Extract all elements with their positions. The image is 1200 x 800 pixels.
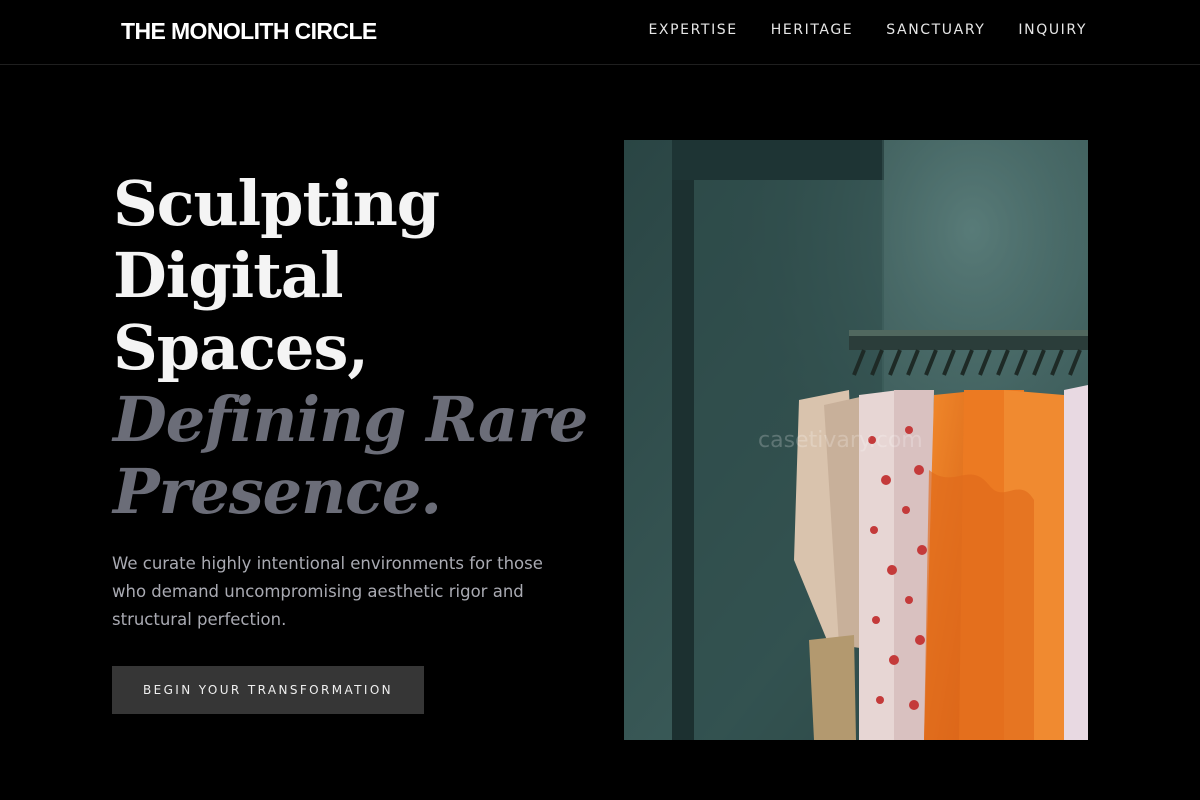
nav-link-sanctuary[interactable]: SANCTUARY [886, 22, 985, 38]
hero-heading-line: Sculpting [113, 167, 440, 240]
hero-heading-accent-line: Defining Rare [113, 383, 588, 456]
nav-link-inquiry[interactable]: INQUIRY [1018, 22, 1087, 38]
hero-heading: Sculpting Digital Spaces, Defining Rare … [113, 168, 613, 528]
nav-link-heritage[interactable]: HERITAGE [771, 22, 854, 38]
site-header: THE MONOLITH CIRCLE EXPERTISE HERITAGE S… [0, 0, 1200, 65]
hero-subtitle: We curate highly intentional environment… [112, 554, 543, 629]
hero-heading-accent-line: Presence. [113, 455, 442, 528]
brand-logo[interactable]: THE MONOLITH CIRCLE [121, 18, 377, 45]
hero-heading-line: Digital [113, 239, 344, 312]
begin-transformation-button[interactable]: BEGIN YOUR TRANSFORMATION [112, 666, 424, 714]
nav-link-expertise[interactable]: EXPERTISE [648, 22, 737, 38]
hero-heading-line: Spaces, [113, 311, 369, 384]
image-watermark: casetivary.com [758, 428, 923, 453]
main-nav: EXPERTISE HERITAGE SANCTUARY INQUIRY [648, 22, 1087, 38]
hero-image: casetivary.com [624, 140, 1088, 740]
